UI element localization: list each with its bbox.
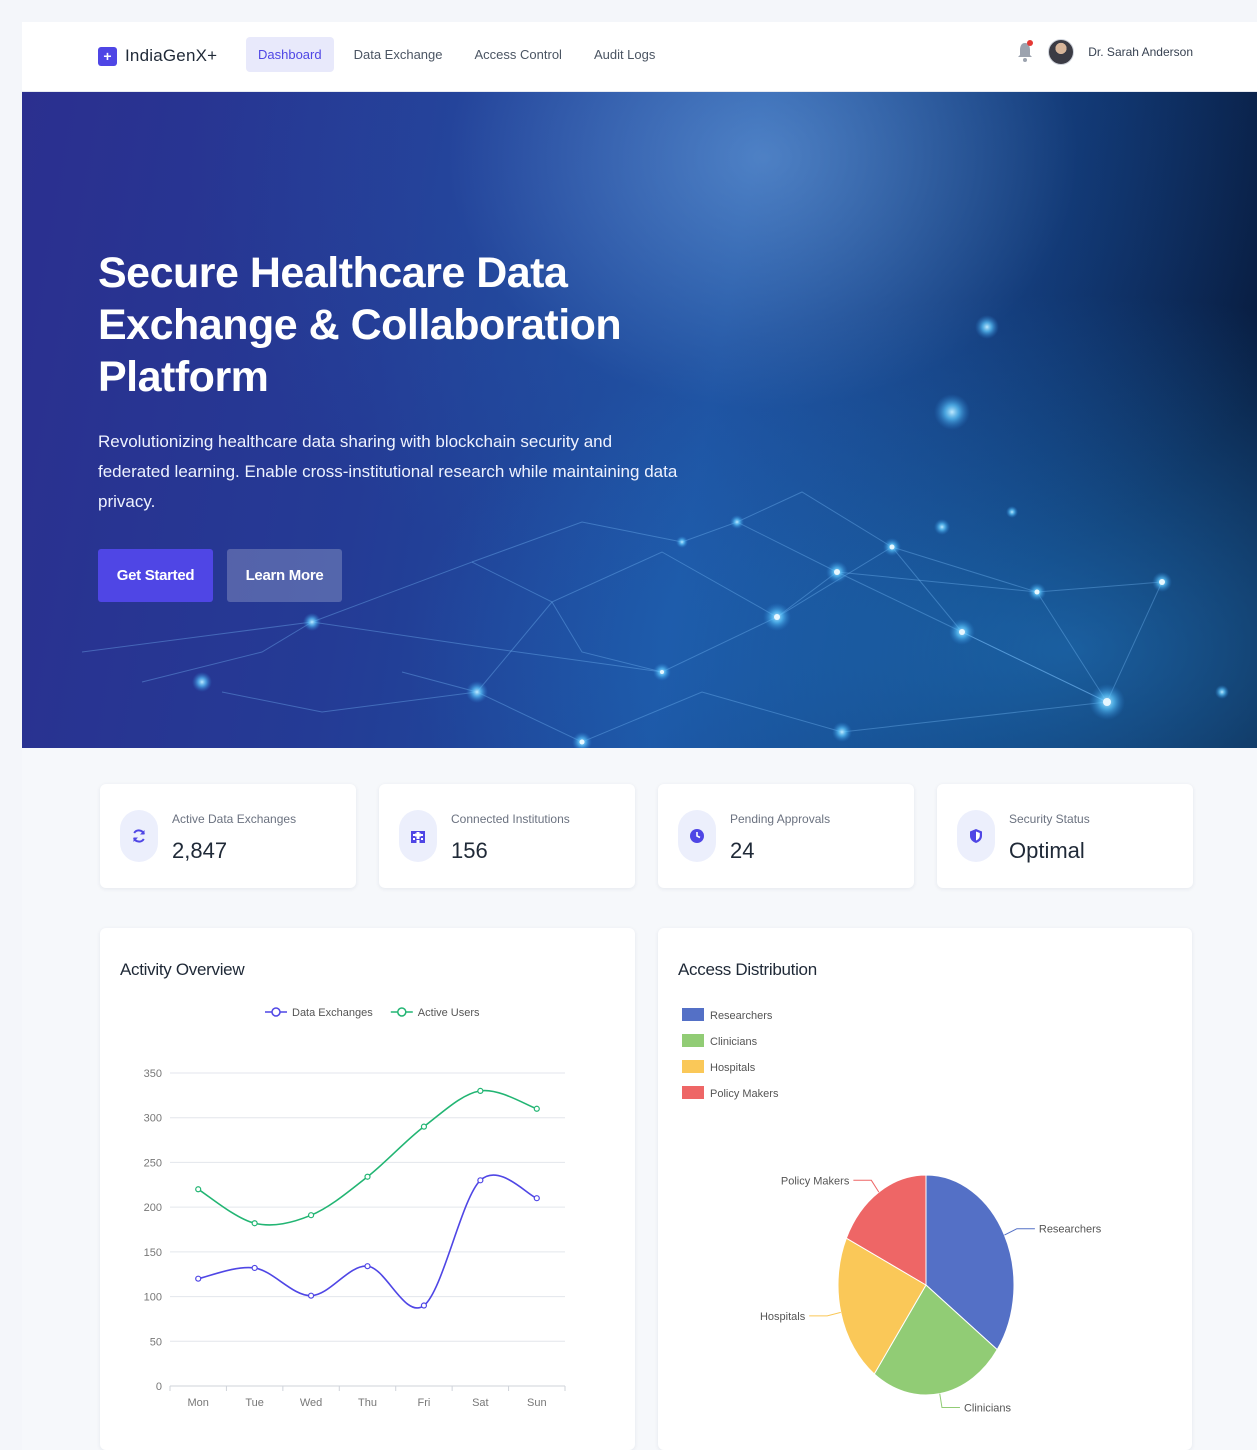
y-tick-label: 0 (156, 1381, 162, 1393)
data-point (364, 1173, 371, 1180)
pie-leader-line (939, 1393, 960, 1408)
brand[interactable]: + IndiaGenX+ (98, 46, 217, 66)
page: + IndiaGenX+ Dashboard Data Exchange Acc… (22, 22, 1257, 1450)
legend-label: Researchers (710, 1010, 773, 1022)
data-point (420, 1302, 428, 1309)
pie-leader-line (853, 1179, 880, 1193)
legend-label: Data Exchanges (292, 1007, 373, 1019)
clock-icon (678, 810, 716, 862)
pie-label: Clinicians (964, 1402, 1012, 1414)
activity-line-chart: Data Exchanges Active Users 0 50 100 150 200 25… (144, 1007, 566, 1409)
stat-card-security-status[interactable]: Security Status Optimal (937, 784, 1193, 888)
data-point (251, 1220, 258, 1227)
panel-title: Access Distribution (678, 960, 817, 979)
y-tick-label: 250 (144, 1157, 162, 1169)
x-tick-label: Tue (245, 1397, 264, 1409)
stat-label: Active Data Exchanges (172, 812, 297, 826)
data-point (251, 1264, 258, 1272)
stat-card-connected-institutions[interactable]: Connected Institutions 156 (379, 784, 635, 888)
legend-swatch (682, 1034, 704, 1047)
stat-value: 24 (730, 838, 755, 863)
legend-label: Hospitals (710, 1062, 756, 1074)
learn-more-button[interactable]: Learn More (227, 549, 342, 602)
pie-label: Hospitals (760, 1311, 806, 1323)
access-pie-chart: Researchers Clinicians Hospitals Policy Mak… (682, 1008, 1102, 1414)
data-point (195, 1186, 202, 1193)
data-point (533, 1105, 540, 1112)
y-tick-label: 350 (144, 1068, 162, 1080)
x-tick-label: Thu (358, 1397, 377, 1409)
data-point (364, 1263, 371, 1270)
stat-value: 156 (451, 838, 488, 863)
data-point (533, 1195, 540, 1202)
hero-subtitle: Revolutionizing healthcare data sharing … (98, 432, 678, 511)
nav-link-access-control[interactable]: Access Control (463, 37, 574, 72)
legend-swatch (682, 1086, 704, 1099)
legend-label: Clinicians (710, 1036, 758, 1048)
nav-link-audit-logs[interactable]: Audit Logs (582, 37, 667, 72)
network-background-graphic (81, 315, 1229, 748)
legend-label: Active Users (418, 1007, 480, 1019)
stat-value: 2,847 (172, 838, 228, 863)
hero-banner: Secure Healthcare Data Exchange & Collab… (22, 92, 1257, 748)
y-tick-label: 200 (144, 1202, 162, 1214)
hero-title: Secure Healthcare Data Exchange & Collab… (98, 249, 622, 401)
stat-label: Security Status (1009, 812, 1090, 826)
data-point (477, 1087, 484, 1094)
shield-icon (957, 810, 995, 862)
pie-leader-line (809, 1311, 841, 1317)
legend-swatch (682, 1060, 704, 1073)
brand-name: IndiaGenX+ (125, 46, 218, 65)
stat-card-pending-approvals[interactable]: Pending Approvals 24 (658, 784, 914, 888)
x-tick-label: Sun (527, 1397, 547, 1409)
nav-link-dashboard[interactable]: Dashboard (246, 37, 334, 72)
legend-swatch (682, 1008, 704, 1021)
series-line-data-exchanges (198, 1174, 538, 1309)
avatar[interactable] (1048, 39, 1075, 65)
panel-title: Activity Overview (120, 960, 245, 979)
y-tick-label: 50 (150, 1336, 162, 1348)
y-tick-label: 100 (144, 1292, 162, 1304)
x-tick-label: Mon (188, 1397, 209, 1409)
stat-value: Optimal (1009, 838, 1085, 863)
series-line-active-users (197, 1089, 538, 1226)
hospital-icon (399, 810, 437, 862)
x-tick-label: Sat (472, 1397, 489, 1409)
get-started-button[interactable]: Get Started (98, 549, 213, 602)
stat-card-active-exchanges[interactable]: Active Data Exchanges 2,847 (100, 784, 356, 888)
plus-square-icon: + (98, 46, 117, 66)
data-point (420, 1123, 428, 1130)
data-point (307, 1292, 315, 1299)
legend-label: Policy Makers (710, 1088, 779, 1100)
pie-label: Policy Makers (781, 1175, 850, 1187)
user-name[interactable]: Dr. Sarah Anderson (1088, 45, 1193, 59)
bell-icon[interactable] (1016, 40, 1034, 63)
pie-leader-line (1004, 1228, 1035, 1236)
nav-user-area: Dr. Sarah Anderson (1016, 39, 1193, 65)
x-tick-label: Fri (418, 1397, 431, 1409)
sync-icon (120, 810, 158, 862)
y-tick-label: 300 (144, 1113, 162, 1125)
y-tick-label: 150 (144, 1247, 162, 1259)
access-distribution-panel: Access Distribution Researchers Clinician… (658, 928, 1192, 1450)
legend-marker (271, 1007, 281, 1017)
x-tick-label: Wed (300, 1397, 322, 1409)
pie-label: Researchers (1039, 1224, 1102, 1236)
data-point (477, 1177, 484, 1184)
nav-links: Dashboard Data Exchange Access Control A… (246, 37, 667, 72)
stat-label: Pending Approvals (730, 812, 831, 826)
data-point (195, 1275, 202, 1282)
stat-label: Connected Institutions (451, 812, 570, 826)
activity-overview-panel: Activity Overview Data Exchanges Active U… (100, 928, 635, 1450)
data-point (307, 1212, 315, 1219)
nav-link-data-exchange[interactable]: Data Exchange (342, 37, 455, 72)
top-navbar: + IndiaGenX+ Dashboard Data Exchange Acc… (22, 22, 1257, 92)
legend-marker (397, 1007, 407, 1017)
